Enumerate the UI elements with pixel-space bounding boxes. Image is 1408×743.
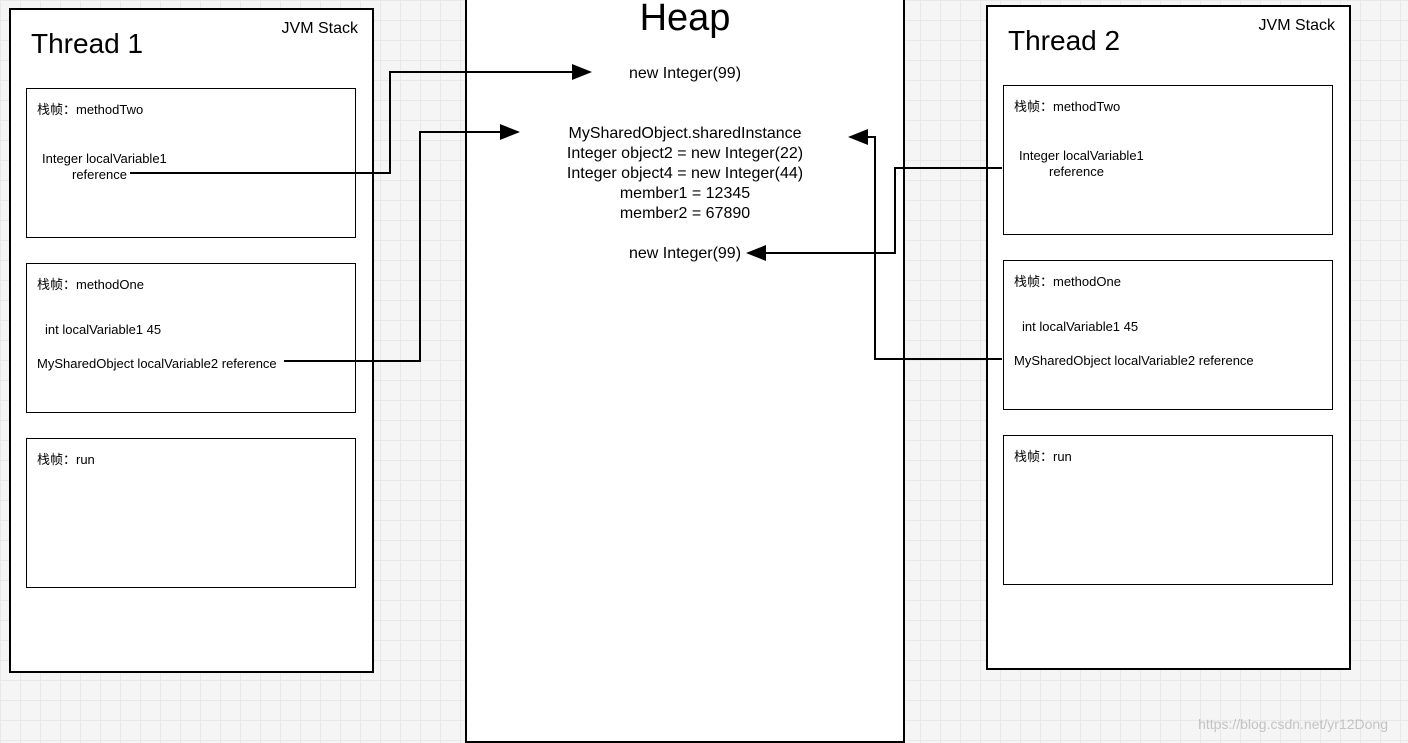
frame-label: 栈帧：methodOne (37, 274, 144, 293)
thread2-container: Thread 2 JVM Stack 栈帧：methodTwo Integer … (986, 5, 1351, 670)
var-text: int localVariable1 45 (1022, 319, 1138, 334)
frame-label: 栈帧：methodOne (1014, 271, 1121, 290)
heap-line: new Integer(99) (629, 65, 741, 83)
frame-label: 栈帧：run (1014, 446, 1072, 465)
heap-container: Heap new Integer(99) MySharedObject.shar… (465, 0, 905, 743)
thread1-container: Thread 1 JVM Stack 栈帧：methodTwo Integer … (9, 8, 374, 673)
thread2-frame-methodtwo: 栈帧：methodTwo Integer localVariable1 refe… (1003, 85, 1333, 235)
heap-line: member2 = 67890 (620, 205, 750, 223)
var-text: Integer localVariable1 (1019, 148, 1144, 163)
heap-line: Integer object2 = new Integer(22) (567, 145, 803, 163)
var-text: int localVariable1 45 (45, 322, 161, 337)
var-text: Integer localVariable1 (42, 151, 167, 166)
heap-line: Integer object4 = new Integer(44) (567, 165, 803, 183)
var-text: MySharedObject localVariable2 reference (37, 356, 277, 371)
heap-line: member1 = 12345 (620, 185, 750, 203)
frame-label: 栈帧：methodTwo (37, 99, 143, 118)
watermark: https://blog.csdn.net/yr12Dong (1198, 716, 1388, 732)
var-text: reference (72, 167, 127, 182)
thread2-frame-methodone: 栈帧：methodOne int localVariable1 45 MySha… (1003, 260, 1333, 410)
var-text: MySharedObject localVariable2 reference (1014, 353, 1254, 368)
thread1-title: Thread 1 (31, 28, 143, 60)
frame-label: 栈帧：run (37, 449, 95, 468)
thread2-title: Thread 2 (1008, 25, 1120, 57)
var-text: reference (1049, 164, 1104, 179)
thread2-jvm-label: JVM Stack (1259, 17, 1335, 35)
thread2-frame-run: 栈帧：run (1003, 435, 1333, 585)
thread1-frame-run: 栈帧：run (26, 438, 356, 588)
thread1-frame-methodone: 栈帧：methodOne int localVariable1 45 MySha… (26, 263, 356, 413)
heap-line: MySharedObject.sharedInstance (568, 125, 801, 143)
thread1-frame-methodtwo: 栈帧：methodTwo Integer localVariable1 refe… (26, 88, 356, 238)
heap-title: Heap (640, 0, 731, 40)
thread1-jvm-label: JVM Stack (282, 20, 358, 38)
frame-label: 栈帧：methodTwo (1014, 96, 1120, 115)
heap-line: new Integer(99) (629, 245, 741, 263)
